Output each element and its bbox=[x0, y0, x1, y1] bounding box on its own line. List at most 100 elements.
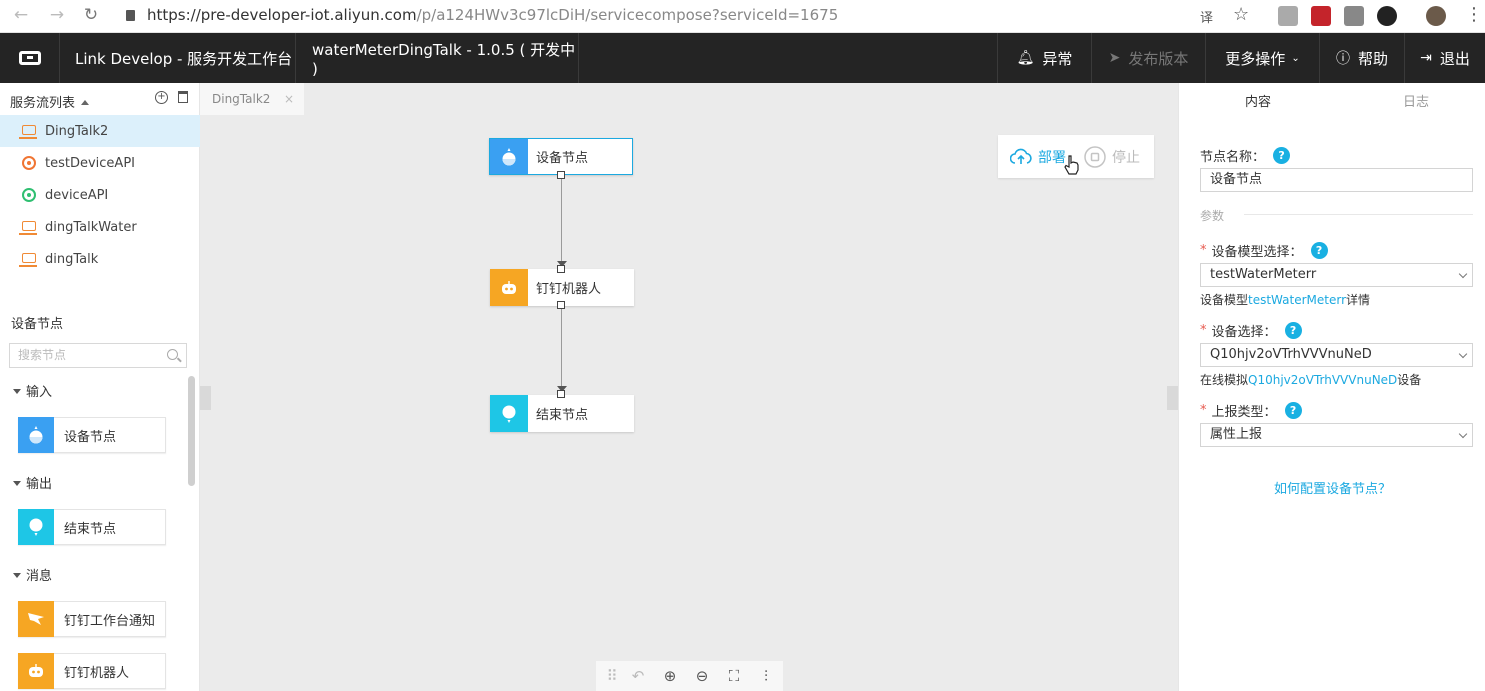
bookmark-star-icon[interactable]: ☆ bbox=[1233, 4, 1249, 25]
flow-item-label: DingTalk2 bbox=[45, 123, 109, 139]
caret-down-icon bbox=[13, 389, 21, 394]
canvas-device-node[interactable]: 设备节点 bbox=[489, 138, 633, 175]
help-icon[interactable]: ? bbox=[1273, 147, 1291, 164]
tab-log[interactable]: 日志 bbox=[1403, 91, 1429, 110]
palette-dingtalk-robot-node[interactable]: 钉钉机器人 bbox=[18, 652, 166, 689]
device-hint-suffix: 设备 bbox=[1397, 373, 1422, 387]
zoom-in-icon[interactable]: ⊕ bbox=[654, 667, 686, 685]
left-sidebar: 服务流列表 + DingTalk2 testDeviceAPI deviceAP… bbox=[0, 83, 200, 691]
add-flow-icon[interactable]: + bbox=[155, 91, 168, 104]
flow-item-dingtalkwater[interactable]: dingTalkWater bbox=[0, 211, 200, 243]
node-section-title: 设备节点 bbox=[11, 317, 64, 332]
fit-view-icon[interactable]: ⛶ bbox=[718, 667, 750, 685]
logo[interactable] bbox=[0, 33, 60, 83]
tab-dingtalk2[interactable]: DingTalk2 × bbox=[200, 83, 304, 115]
logout-button[interactable]: ⇥ 退出 bbox=[1405, 33, 1485, 83]
address-bar[interactable]: https://pre-developer-iot.aliyun.com/p/a… bbox=[126, 6, 838, 24]
palette-end-node[interactable]: 结束节点 bbox=[18, 508, 166, 545]
extension-icon[interactable] bbox=[1344, 6, 1364, 26]
extension-icon[interactable] bbox=[1377, 6, 1397, 26]
sidebar-scrollbar[interactable] bbox=[188, 376, 195, 486]
model-hint: 设备模型testWaterMeterr详情 bbox=[1200, 291, 1370, 308]
node-name-label: 节点名称：? bbox=[1200, 146, 1291, 165]
node-label: 结束节点 bbox=[536, 408, 589, 423]
input-port[interactable] bbox=[557, 265, 565, 273]
layout-settings-icon[interactable]: ⫶ bbox=[750, 667, 782, 685]
help-label: 帮助 bbox=[1357, 49, 1388, 68]
device-select-label: * 设备选择：? bbox=[1200, 321, 1302, 340]
params-section-label: 参数 bbox=[1200, 209, 1225, 223]
help-icon[interactable]: ? bbox=[1310, 242, 1328, 259]
undo-icon[interactable]: ↶ bbox=[622, 667, 654, 685]
flow-list-header[interactable]: 服务流列表 bbox=[10, 92, 90, 111]
publish-button[interactable]: ➤ 发布版本 bbox=[1092, 33, 1206, 83]
help-icon[interactable]: ? bbox=[1284, 322, 1302, 339]
tab-content[interactable]: 内容 bbox=[1245, 91, 1271, 110]
caret-up-icon bbox=[81, 100, 90, 105]
reload-button[interactable]: ↻ bbox=[74, 5, 108, 25]
canvas-end-node[interactable]: 结束节点 bbox=[490, 395, 634, 432]
group-input[interactable]: 输入 bbox=[13, 381, 52, 400]
left-collapse-handle[interactable] bbox=[200, 386, 211, 410]
flash-extension-icon[interactable] bbox=[1311, 6, 1331, 26]
dingtalk-icon bbox=[18, 600, 54, 637]
back-button[interactable]: ← bbox=[4, 5, 38, 25]
config-help-link[interactable]: 如何配置设备节点？ bbox=[1179, 478, 1485, 497]
alert-button[interactable]: 🔔︎ 异常 bbox=[997, 33, 1092, 83]
flow-item-label: dingTalkWater bbox=[45, 219, 137, 235]
stop-button[interactable]: 停止 bbox=[1084, 145, 1140, 168]
divider bbox=[1244, 214, 1473, 215]
chevron-down-icon: ⌄ bbox=[1291, 52, 1300, 64]
zoom-out-icon[interactable]: ⊖ bbox=[686, 667, 718, 685]
logout-label: 退出 bbox=[1439, 49, 1470, 68]
flow-item-testdeviceapi[interactable]: testDeviceAPI bbox=[0, 147, 200, 179]
output-port[interactable] bbox=[557, 171, 565, 179]
logout-icon: ⇥ bbox=[1420, 50, 1432, 66]
translate-icon[interactable]: 译 bbox=[1200, 7, 1213, 26]
device-select[interactable]: Q10hjv2oVTrhVVVnuNeD bbox=[1200, 343, 1473, 367]
end-node-icon bbox=[490, 395, 528, 432]
search-icon[interactable] bbox=[167, 349, 178, 360]
node-name-input[interactable]: 设备节点 bbox=[1200, 168, 1473, 192]
flow-edge bbox=[561, 309, 562, 387]
delete-flow-icon[interactable] bbox=[178, 91, 188, 103]
more-actions-dropdown[interactable]: 更多操作 ⌄ bbox=[1206, 33, 1320, 83]
model-detail-link[interactable]: testWaterMeterr bbox=[1248, 293, 1346, 307]
caret-down-icon bbox=[13, 573, 21, 578]
computer-icon bbox=[19, 124, 37, 139]
input-port[interactable] bbox=[557, 390, 565, 398]
group-label: 输入 bbox=[26, 385, 53, 400]
drag-handle-icon[interactable]: ⠿ bbox=[602, 667, 622, 685]
report-type-label: * 上报类型：? bbox=[1200, 401, 1302, 420]
profile-avatar[interactable] bbox=[1426, 6, 1446, 26]
tab-strip: DingTalk2 × bbox=[200, 83, 1178, 115]
caret-down-icon bbox=[13, 481, 21, 486]
flow-canvas[interactable]: DingTalk2 × 设备节点 钉钉机器人 结束节点 部署 停止 ⠿ ↶ ⊕ … bbox=[200, 83, 1178, 691]
model-select[interactable]: testWaterMeterr bbox=[1200, 263, 1473, 287]
send-icon: ➤ bbox=[1108, 50, 1121, 66]
palette-node-label: 钉钉工作台通知 bbox=[64, 613, 156, 629]
group-output[interactable]: 输出 bbox=[13, 473, 52, 492]
close-icon[interactable]: × bbox=[284, 83, 294, 115]
palette-device-node[interactable]: 设备节点 bbox=[18, 416, 166, 453]
flow-item-dingtalk[interactable]: dingTalk bbox=[0, 243, 200, 275]
flow-item-deviceapi[interactable]: deviceAPI bbox=[0, 179, 200, 211]
forward-button[interactable]: → bbox=[40, 5, 74, 25]
model-hint-suffix: 详情 bbox=[1346, 293, 1371, 307]
extension-icon[interactable] bbox=[1278, 6, 1298, 26]
simulate-device-link[interactable]: Q10hjv2oVTrhVVVnuNeD bbox=[1248, 373, 1397, 387]
output-port[interactable] bbox=[557, 301, 565, 309]
help-button[interactable]: ⓘ 帮助 bbox=[1320, 33, 1405, 83]
deploy-button[interactable]: 部署 bbox=[1010, 147, 1066, 167]
browser-menu-icon[interactable]: ⋮ bbox=[1465, 4, 1483, 25]
report-type-select[interactable]: 属性上报 bbox=[1200, 423, 1473, 447]
group-message[interactable]: 消息 bbox=[13, 565, 52, 584]
end-node-icon bbox=[18, 508, 54, 545]
more-label: 更多操作 bbox=[1225, 49, 1286, 68]
computer-icon bbox=[19, 220, 37, 235]
palette-dingtalk-notice-node[interactable]: 钉钉工作台通知 bbox=[18, 600, 166, 637]
node-search-input[interactable]: 搜索节点 bbox=[9, 343, 187, 368]
right-collapse-handle[interactable] bbox=[1167, 386, 1178, 410]
help-icon[interactable]: ? bbox=[1284, 402, 1302, 419]
flow-item-dingtalk2[interactable]: DingTalk2 bbox=[0, 115, 200, 147]
